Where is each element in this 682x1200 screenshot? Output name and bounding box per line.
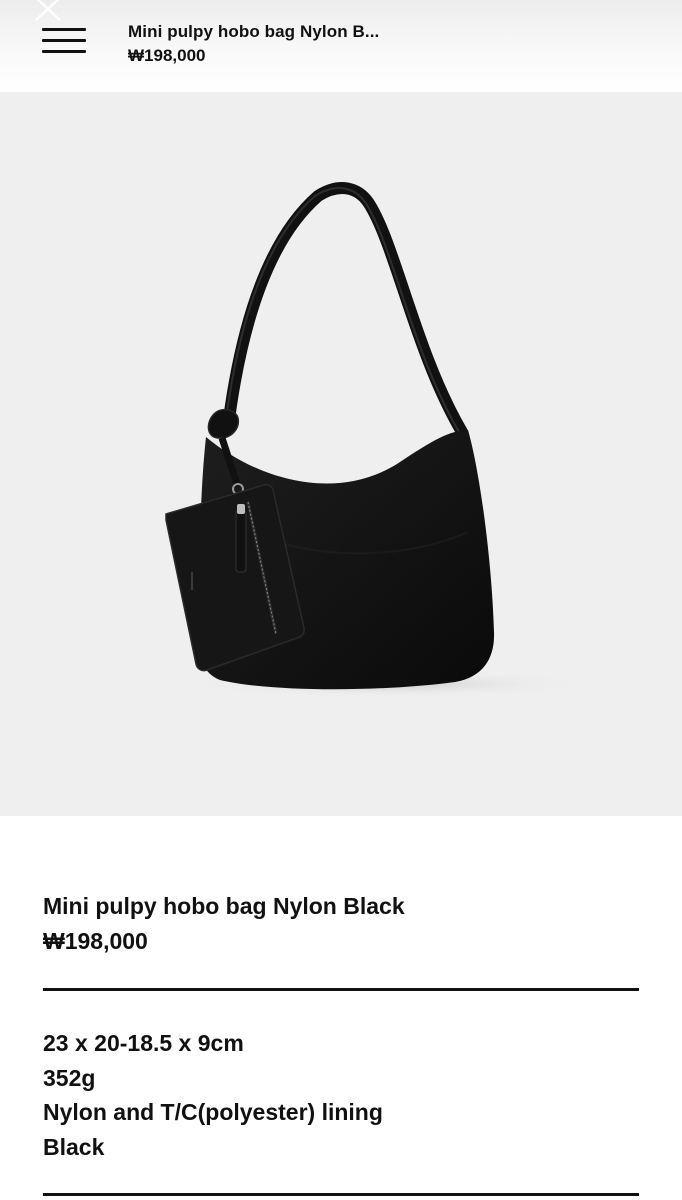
spec-weight: 352g [43,1065,96,1091]
header-title: Mini pulpy hobo bag Nylon B... [128,22,380,41]
spec-dimensions: 23 x 20-18.5 x 9cm [43,1030,244,1056]
product-price: ₩198,000 [43,928,148,954]
product-name: Mini pulpy hobo bag Nylon Black [43,893,405,919]
header-price: ₩198,000 [128,46,206,65]
hamburger-menu-icon[interactable] [42,28,86,54]
top-bar: Mini pulpy hobo bag Nylon B... ₩198,000 [0,0,682,92]
spec-color: Black [43,1134,105,1160]
divider [43,988,639,991]
close-icon[interactable] [32,0,64,24]
product-image[interactable] [0,92,682,816]
divider [43,1193,639,1196]
spec-material: Nylon and T/C(polyester) lining [43,1099,383,1125]
